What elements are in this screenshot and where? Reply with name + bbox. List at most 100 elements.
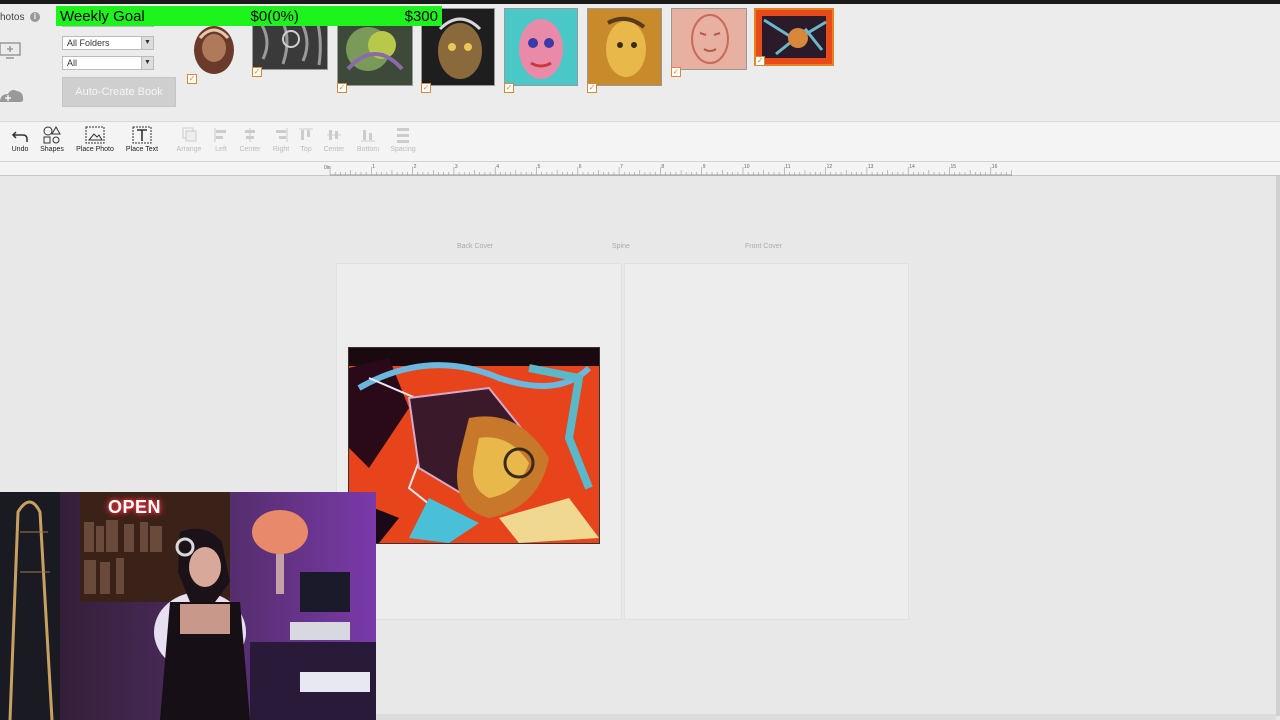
photo-thumbnail-image bbox=[756, 10, 832, 64]
arrange-label: Arrange bbox=[176, 146, 202, 153]
photo-thumbnail[interactable]: ✓ bbox=[504, 8, 578, 93]
photo-selected-check[interactable]: ✓ bbox=[671, 67, 681, 77]
place-text-button[interactable]: Place Text bbox=[124, 126, 160, 153]
weekly-goal-target: $300 bbox=[404, 7, 438, 25]
webcam-overlay: OPEN bbox=[0, 492, 376, 720]
ruler-ticks: 0in 1 2 3 4 5 6 7 8 9 10 11 12 13 14 15 16 bbox=[324, 164, 1012, 176]
align-center-icon bbox=[245, 128, 255, 142]
arrange-button[interactable]: Arrange bbox=[174, 126, 204, 153]
photo-thumbnail-image bbox=[588, 9, 661, 85]
align-top-label: Top bbox=[300, 146, 312, 153]
align-center-label: Center bbox=[239, 146, 261, 153]
align-middle-button[interactable]: Center bbox=[320, 126, 348, 153]
undo-label: Undo bbox=[11, 146, 29, 153]
shapes-label: Shapes bbox=[40, 146, 64, 153]
ruler-tick-label: 16 bbox=[992, 164, 998, 170]
align-bottom-icon bbox=[361, 130, 375, 142]
undo-button[interactable]: Undo bbox=[8, 126, 32, 153]
photos-panel-label: hotos bbox=[0, 12, 25, 23]
photo-thumbnail-selected[interactable]: ✓ bbox=[754, 8, 834, 66]
cloud-add-icon[interactable] bbox=[0, 86, 24, 106]
shapes-button[interactable]: Shapes bbox=[38, 126, 66, 153]
align-middle-icon bbox=[327, 130, 341, 140]
align-right-button[interactable]: Right bbox=[270, 126, 292, 153]
horizontal-scrollbar[interactable] bbox=[376, 714, 1276, 720]
place-text-label: Place Text bbox=[125, 146, 159, 153]
weekly-goal-bar: Weekly Goal $0(0%) $300 bbox=[56, 6, 442, 26]
place-photo-button[interactable]: Place Photo bbox=[74, 126, 116, 153]
align-left-icon bbox=[214, 128, 226, 142]
align-right-icon bbox=[276, 128, 288, 142]
shapes-icon bbox=[43, 126, 61, 144]
photo-thumbnail-image bbox=[194, 26, 234, 74]
back-cover-label: Back Cover bbox=[457, 243, 494, 250]
ruler-tick-label: 9 bbox=[703, 164, 706, 170]
folder-filter-value: All Folders bbox=[67, 38, 110, 48]
ruler-tick-label: 14 bbox=[909, 164, 915, 170]
undo-icon bbox=[11, 131, 28, 142]
chevron-down-icon: ▼ bbox=[141, 37, 153, 49]
align-middle-label: Center bbox=[323, 146, 345, 153]
photo-selected-check[interactable]: ✓ bbox=[421, 83, 431, 93]
align-bottom-label: Bottom bbox=[356, 146, 380, 153]
photo-filter-value: All bbox=[67, 58, 78, 68]
placed-artwork-image bbox=[349, 348, 599, 543]
ruler-tick-label: 11 bbox=[785, 164, 790, 170]
ruler-tick-label: 7 bbox=[620, 164, 623, 170]
place-photo-icon bbox=[85, 126, 105, 144]
info-icon[interactable]: i bbox=[30, 12, 40, 22]
horizontal-ruler: 0in 1 2 3 4 5 6 7 8 9 10 11 12 13 14 15 16 bbox=[0, 162, 1280, 176]
align-top-button[interactable]: Top bbox=[296, 126, 316, 153]
ruler-tick-label: 8 bbox=[661, 164, 664, 170]
photo-thumbnail[interactable]: ✓ bbox=[671, 8, 747, 77]
align-top-icon bbox=[299, 128, 313, 140]
spacing-label: Spacing bbox=[390, 146, 416, 153]
align-center-button[interactable]: Center bbox=[236, 126, 264, 153]
ruler-tick-label: 12 bbox=[827, 164, 833, 170]
ruler-tick-label: 13 bbox=[868, 164, 874, 170]
ruler-tick-label: 1 bbox=[372, 164, 375, 170]
open-neon-sign: OPEN bbox=[108, 497, 162, 517]
monitor-add-icon[interactable] bbox=[0, 40, 22, 60]
align-left-button[interactable]: Left bbox=[210, 126, 232, 153]
webcam-feed-image bbox=[0, 492, 376, 720]
spacing-icon bbox=[397, 128, 409, 143]
ruler-tick-label: 4 bbox=[496, 164, 499, 170]
photo-selected-check[interactable]: ✓ bbox=[252, 67, 262, 77]
align-left-label: Left bbox=[215, 146, 227, 153]
photo-thumbnail[interactable]: ✓ bbox=[187, 18, 240, 84]
ruler-tick-label: 10 bbox=[744, 164, 750, 170]
placed-artwork-photo[interactable] bbox=[348, 347, 600, 544]
spacing-button[interactable]: Spacing bbox=[388, 126, 418, 153]
place-text-icon bbox=[132, 126, 152, 144]
ruler-tick-label: 3 bbox=[455, 164, 458, 170]
photo-thumbnail-image bbox=[672, 9, 746, 69]
folder-filter-select[interactable]: All Folders ▼ bbox=[62, 36, 154, 50]
photo-selected-check[interactable]: ✓ bbox=[187, 74, 197, 84]
editor-toolbar: Undo Shapes Place Photo Place Text Arran… bbox=[0, 122, 1280, 162]
weekly-goal-label: Weekly Goal bbox=[60, 7, 145, 25]
photo-thumbnail-image bbox=[505, 9, 577, 85]
photo-selected-check[interactable]: ✓ bbox=[504, 83, 514, 93]
photo-selected-check[interactable]: ✓ bbox=[587, 83, 597, 93]
ruler-origin-label: 0in bbox=[324, 165, 331, 171]
ruler-tick-label: 5 bbox=[538, 164, 541, 170]
vertical-scrollbar[interactable] bbox=[1276, 176, 1280, 716]
arrange-icon bbox=[182, 127, 197, 142]
photo-thumbnail[interactable]: ✓ bbox=[587, 8, 662, 93]
weekly-goal-progress: $0(0%) bbox=[250, 7, 299, 25]
front-cover-page[interactable] bbox=[624, 263, 909, 620]
ruler-tick-label: 2 bbox=[414, 164, 417, 170]
front-cover-label: Front Cover bbox=[745, 243, 782, 250]
align-right-label: Right bbox=[272, 146, 290, 153]
photo-filter-select[interactable]: All ▼ bbox=[62, 56, 154, 70]
align-bottom-button[interactable]: Bottom bbox=[354, 126, 382, 153]
place-photo-label: Place Photo bbox=[76, 146, 114, 153]
photo-selected-check[interactable]: ✓ bbox=[755, 56, 765, 66]
ruler-tick-label: 6 bbox=[579, 164, 582, 170]
auto-create-book-button[interactable]: Auto-Create Book bbox=[62, 77, 176, 107]
chevron-down-icon: ▼ bbox=[141, 57, 153, 69]
ruler-tick-label: 15 bbox=[951, 164, 957, 170]
photo-selected-check[interactable]: ✓ bbox=[337, 83, 347, 93]
spine-label: Spine bbox=[612, 243, 630, 250]
